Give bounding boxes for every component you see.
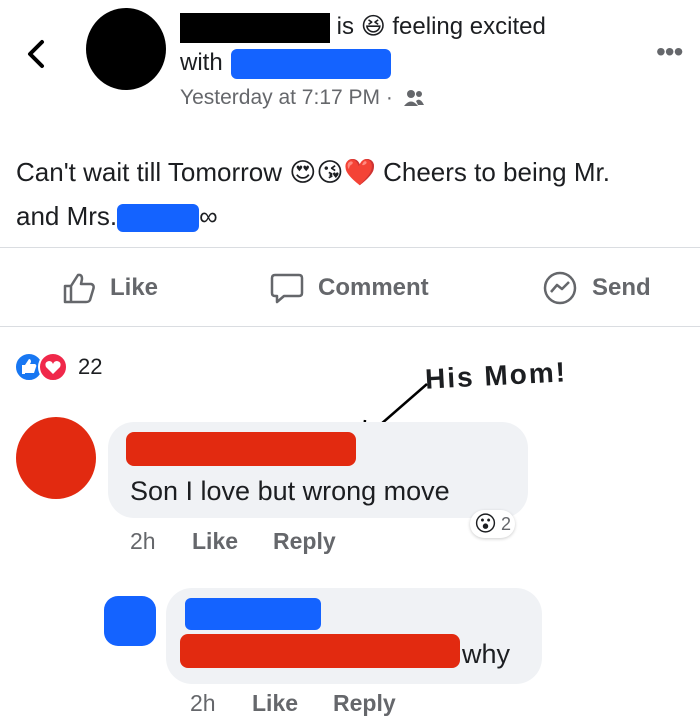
reply-like-button[interactable]: Like	[252, 690, 298, 717]
reply-reply-button[interactable]: Reply	[333, 690, 396, 717]
post-timestamp[interactable]: Yesterday at 7:17 PM ·	[180, 84, 425, 112]
post-body: Can't wait till Tomorrow 😍😘❤️ Cheers to …	[16, 150, 696, 238]
comment-reaction[interactable]: 😮 2	[470, 510, 515, 538]
comment-reaction-count: 2	[500, 513, 511, 534]
avatar[interactable]	[86, 8, 166, 90]
feeling-emoji-icon: 😆	[360, 13, 386, 40]
post-emojis: 😍😘❤️	[289, 157, 376, 187]
reaction-summary[interactable]: 22	[14, 352, 102, 382]
status-verb: is	[336, 13, 355, 40]
tagged-line: with	[180, 48, 392, 79]
like-label: Like	[110, 274, 159, 301]
comment-text: Son I love but wrong move	[130, 476, 450, 506]
post-text-1: Can't wait till Tomorrow	[16, 157, 283, 187]
comment-label: Comment	[318, 274, 429, 301]
redacted-name[interactable]	[180, 12, 330, 43]
wow-reaction-icon: 😮	[474, 511, 497, 536]
post-text-2: Cheers to being Mr.	[383, 157, 610, 187]
reaction-count: 22	[78, 354, 103, 379]
reply-time: 2h	[190, 690, 216, 716]
redacted-tag[interactable]	[231, 48, 392, 79]
with-label: with	[180, 49, 223, 76]
comment-button[interactable]: Comment	[270, 268, 429, 308]
love-reaction-icon	[38, 352, 68, 382]
like-button[interactable]: Like	[62, 268, 158, 308]
redacted-name[interactable]	[117, 204, 200, 233]
messenger-icon	[543, 271, 577, 305]
comment-icon	[270, 273, 304, 304]
more-options-icon[interactable]: •••	[656, 36, 683, 68]
annotation-text: His Mom!	[424, 356, 568, 395]
reply-text: why	[462, 639, 511, 669]
friends-icon	[403, 90, 424, 107]
divider	[0, 326, 700, 327]
commenter-avatar[interactable]	[16, 417, 96, 499]
post-text-3: and Mrs.	[16, 201, 118, 231]
timestamp-text: Yesterday at 7:17 PM ·	[180, 86, 393, 109]
comment-time: 2h	[130, 528, 156, 554]
feeling-label: feeling excited	[392, 13, 546, 40]
infinity-symbol: ∞	[199, 201, 218, 231]
thumbs-up-icon	[63, 273, 95, 304]
redacted-mention[interactable]	[180, 634, 460, 668]
redacted-reply-name[interactable]	[185, 598, 321, 630]
send-label: Send	[592, 274, 651, 301]
divider	[0, 247, 700, 248]
back-icon[interactable]	[22, 34, 52, 74]
send-button[interactable]: Send	[542, 268, 651, 308]
comment-like-button[interactable]: Like	[192, 528, 238, 555]
post-title: is 😆 feeling excited	[180, 12, 546, 43]
reply-avatar[interactable]	[104, 596, 156, 646]
comment-reply-button[interactable]: Reply	[273, 528, 336, 555]
redacted-commenter-name[interactable]	[126, 432, 356, 466]
